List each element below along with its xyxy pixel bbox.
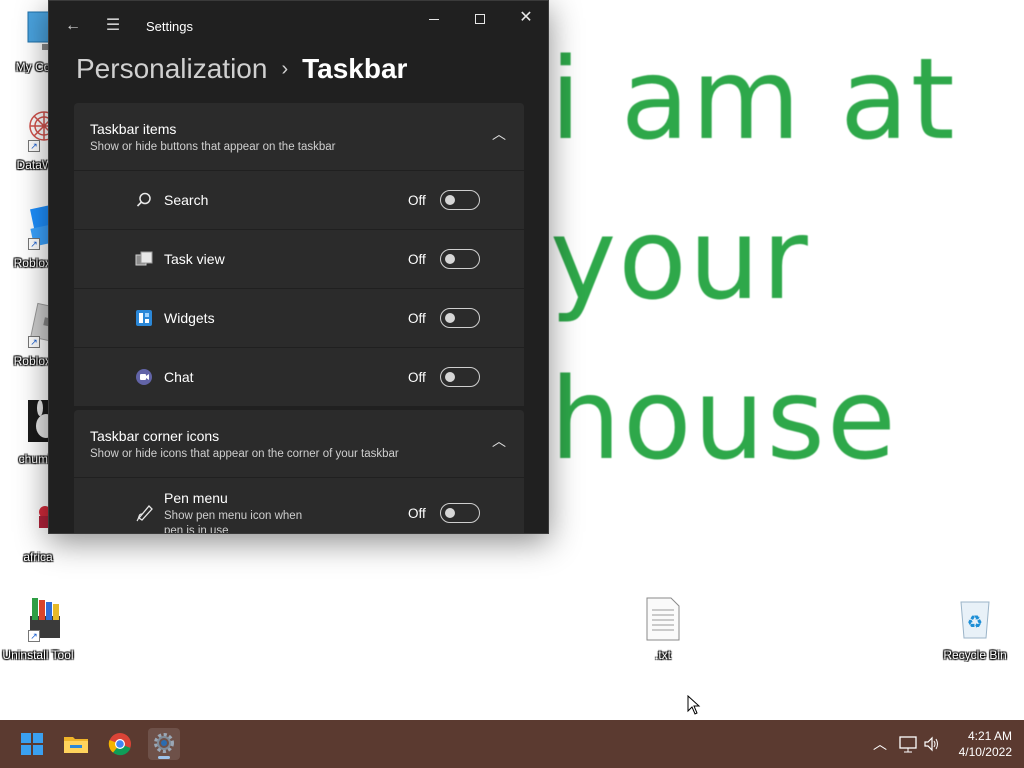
shortcut-arrow-icon: ↗ [28, 238, 40, 250]
setting-row-task-view: Task view Off [74, 230, 524, 288]
wallpaper-line-1: i am at [550, 35, 957, 165]
setting-row-pen-menu: Pen menu Show pen menu icon when pen is … [74, 478, 524, 534]
back-arrow-icon[interactable]: ← [63, 16, 83, 36]
desktop-icon-recycle-bin[interactable]: ♻ Recycle Bin [937, 594, 1013, 662]
toggle-knob [445, 508, 455, 518]
chrome-icon [108, 733, 131, 756]
maximize-button[interactable] [457, 1, 503, 35]
start-button[interactable] [16, 728, 48, 760]
wallpaper-line-2: your [550, 195, 810, 325]
settings-window: ← ☰ Settings ✕ Personalization › Taskbar… [48, 0, 549, 534]
group-taskbar-corner-icons-header[interactable]: Taskbar corner icons Show or hide icons … [74, 410, 524, 477]
toggle-state-text: Off [408, 370, 426, 385]
setting-row-widgets: Widgets Off [74, 289, 524, 347]
chevron-up-icon[interactable]: ︿ [492, 127, 506, 141]
setting-label: Search [164, 192, 209, 208]
pen-menu-toggle[interactable] [440, 503, 480, 523]
clock-date: 4/10/2022 [958, 745, 1012, 759]
title-bar[interactable]: ← ☰ Settings ✕ [49, 1, 548, 51]
breadcrumb-personalization[interactable]: Personalization [76, 53, 267, 85]
widgets-toggle[interactable] [440, 308, 480, 328]
toggle-knob [445, 372, 455, 382]
search-icon [135, 191, 153, 209]
desktop-icon-label: africa [23, 550, 53, 564]
chat-toggle[interactable] [440, 367, 480, 387]
widgets-icon [135, 309, 153, 327]
taskbar: ︿ 4:21 AM 4/10/2022 [0, 720, 1024, 768]
setting-description: Show pen menu icon when pen is in use [164, 510, 303, 534]
file-explorer-icon [64, 737, 88, 753]
hamburger-menu-icon[interactable]: ☰ [103, 16, 123, 36]
text-file-icon [639, 594, 687, 642]
group-subtitle: Show or hide buttons that appear on the … [90, 141, 336, 153]
maximize-icon [475, 14, 485, 25]
breadcrumb-separator: › [281, 57, 289, 80]
settings-taskbar-button[interactable] [148, 728, 180, 760]
toggle-knob [445, 313, 455, 323]
pen-icon [135, 502, 153, 522]
group-title: Taskbar corner icons [90, 428, 220, 444]
task-view-icon [135, 250, 153, 268]
start-icon [21, 733, 43, 755]
wallpaper-line-3: house [550, 355, 898, 480]
group-taskbar-items-header[interactable]: Taskbar items Show or hide buttons that … [74, 103, 524, 170]
desktop-icon-label: .txt [654, 648, 671, 662]
file-explorer-button[interactable] [60, 728, 92, 760]
minimize-icon [429, 18, 439, 20]
show-hidden-icons-chevron-icon[interactable]: ︿ [872, 734, 888, 754]
shortcut-arrow-icon: ↗ [28, 630, 40, 642]
settings-content: Taskbar items Show or hide buttons that … [74, 103, 524, 534]
system-clock[interactable]: 4:21 AM 4/10/2022 [948, 728, 1012, 760]
network-icon[interactable] [899, 734, 917, 754]
close-icon: ✕ [519, 9, 533, 26]
toggle-knob [445, 254, 455, 264]
toggle-state-text: Off [408, 506, 426, 521]
breadcrumb: Personalization › Taskbar [76, 49, 407, 89]
chevron-up-icon[interactable]: ︿ [492, 434, 506, 448]
setting-row-search: Search Off [74, 171, 524, 229]
toggle-knob [445, 195, 455, 205]
desktop-icon-label: Recycle Bin [943, 648, 1007, 662]
desktop-icon-label: Uninstall Tool [2, 648, 74, 662]
setting-label: Pen menu [164, 490, 228, 506]
task-view-toggle[interactable] [440, 249, 480, 269]
toggle-state-text: Off [408, 252, 426, 267]
group-title: Taskbar items [90, 121, 177, 137]
page-title: Taskbar [302, 53, 408, 84]
volume-icon[interactable] [923, 734, 941, 754]
setting-label: Chat [164, 369, 194, 385]
chat-icon [135, 368, 153, 386]
toggle-state-text: Off [408, 193, 426, 208]
group-taskbar-corner-icons: Taskbar corner icons Show or hide icons … [74, 410, 524, 534]
chrome-button[interactable] [104, 728, 136, 760]
toggle-state-text: Off [408, 311, 426, 326]
search-toggle[interactable] [440, 190, 480, 210]
setting-row-chat: Chat Off [74, 348, 524, 406]
minimize-button[interactable] [411, 1, 457, 35]
desktop-icon-txt-file[interactable]: .txt [625, 594, 701, 662]
wallpaper-text: i am at your house [548, 20, 1024, 480]
desktop-icon-uninstall-tool[interactable]: ↗ Uninstall Tool [0, 594, 76, 662]
clock-time: 4:21 AM [967, 729, 1012, 743]
recycle-bin-icon: ♻ [951, 594, 999, 642]
mouse-cursor-icon [687, 694, 701, 715]
group-subtitle: Show or hide icons that appear on the co… [90, 448, 399, 460]
setting-label: Task view [164, 251, 225, 267]
setting-label: Widgets [164, 310, 215, 326]
close-button[interactable]: ✕ [503, 1, 548, 35]
shortcut-arrow-icon: ↗ [28, 336, 40, 348]
active-indicator [158, 756, 170, 759]
uninstall-tool-icon: ↗ [14, 594, 62, 642]
shortcut-arrow-icon: ↗ [28, 140, 40, 152]
window-title: Settings [146, 19, 193, 34]
svg-text:♻: ♻ [967, 612, 983, 633]
